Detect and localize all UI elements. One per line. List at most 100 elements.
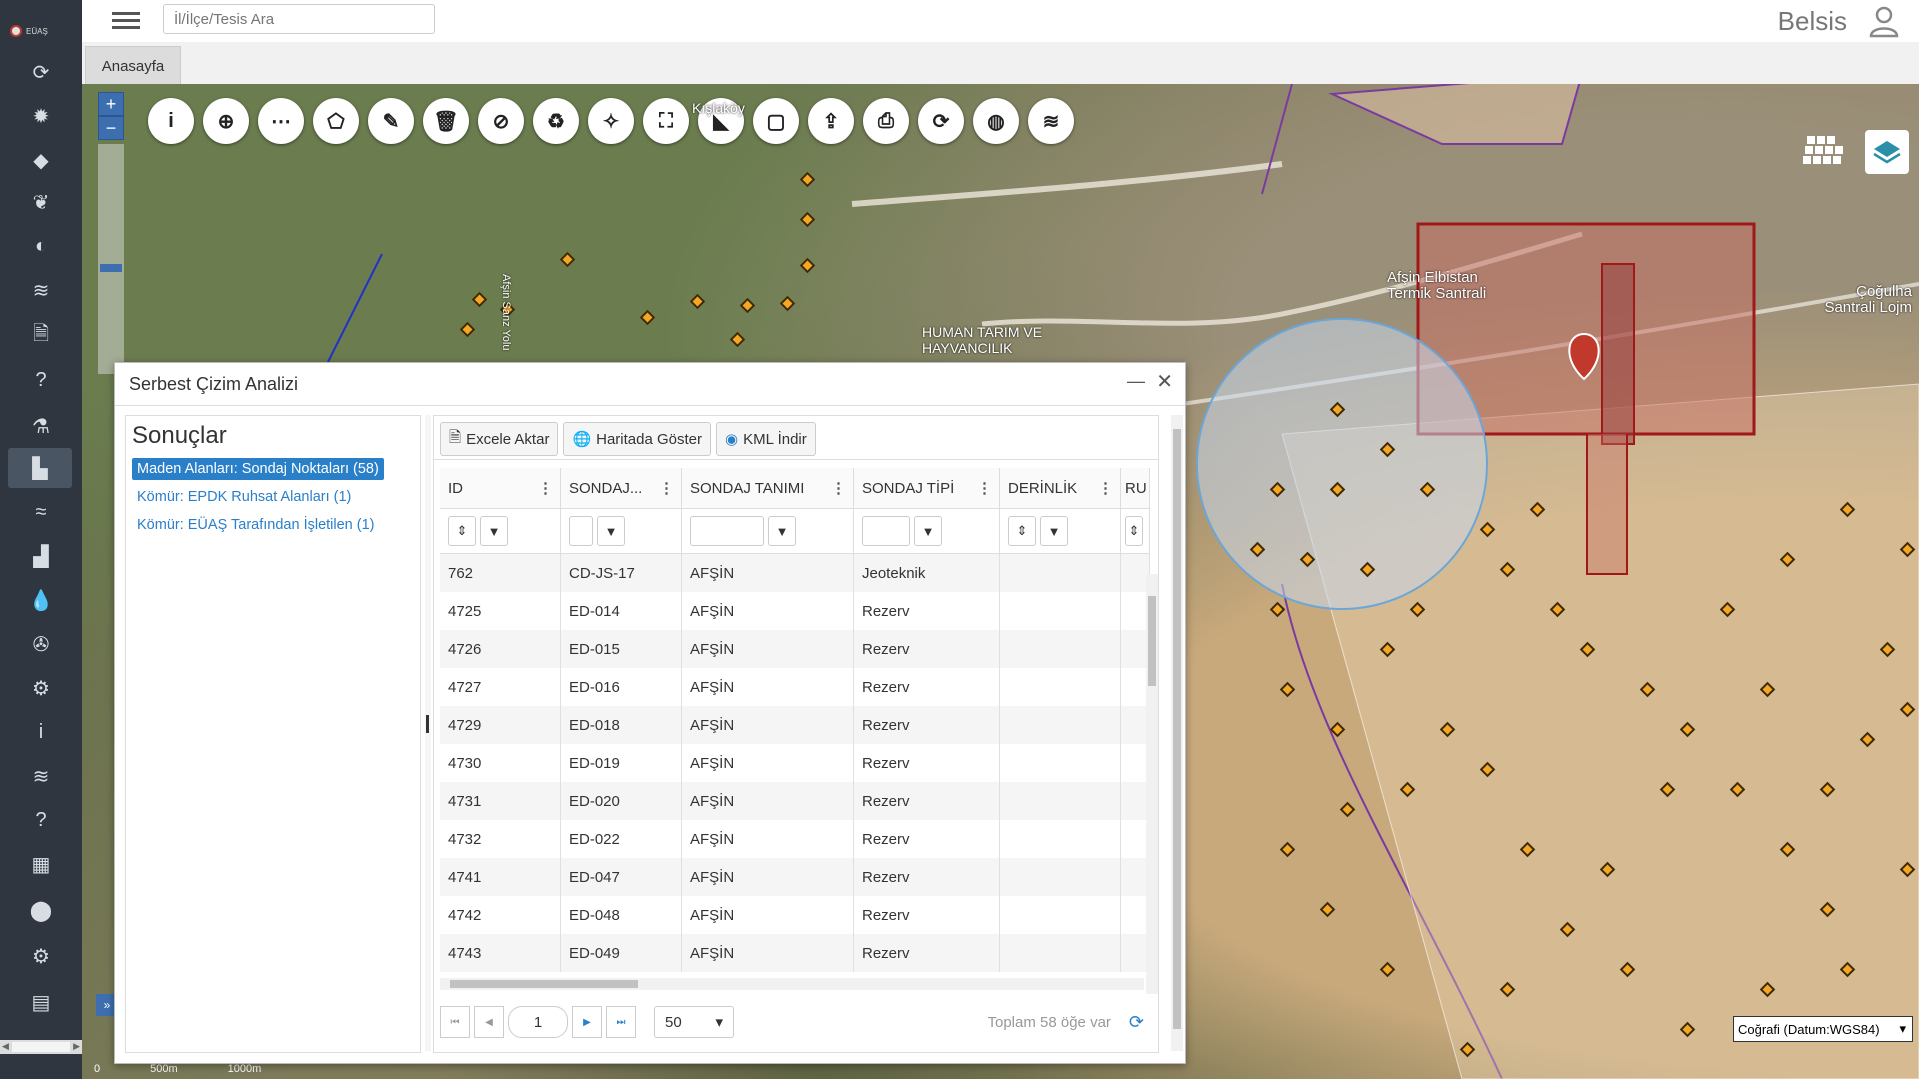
measure-line-tool-icon[interactable]: ⋯: [258, 98, 304, 144]
table-row[interactable]: 4729 ED-018 AFŞİN Rezerv: [440, 706, 1150, 744]
table-row[interactable]: 4730 ED-019 AFŞİN Rezerv: [440, 744, 1150, 782]
download-kml-button[interactable]: ◉ KML İndir: [716, 422, 816, 456]
fullscreen-tool-icon[interactable]: ⛶: [643, 98, 689, 144]
factory-icon[interactable]: ▟: [0, 536, 82, 576]
page-number-input[interactable]: 1: [508, 1006, 568, 1038]
export-excel-button[interactable]: 🗎 Excele Aktar: [440, 422, 559, 456]
column-header-ru[interactable]: RU: [1121, 468, 1150, 508]
filter-icon[interactable]: ▼: [1040, 516, 1068, 546]
layers-tool-icon[interactable]: ≋: [1028, 98, 1074, 144]
scroll-left-icon[interactable]: ◀: [2, 1041, 9, 1052]
gem-icon[interactable]: ◆: [0, 140, 82, 180]
settings-icon[interactable]: ⚙: [0, 936, 82, 976]
search-input[interactable]: [163, 4, 435, 34]
filter-icon[interactable]: ▼: [768, 516, 796, 546]
info-icon[interactable]: i: [0, 712, 82, 752]
column-menu-icon[interactable]: ⋮: [659, 479, 674, 497]
zoom-slider-knob[interactable]: [100, 264, 122, 272]
table-row[interactable]: 4741 ED-047 AFŞİN Rezerv: [440, 858, 1150, 896]
building-icon[interactable]: ▦: [0, 844, 82, 884]
panel-splitter[interactable]: [425, 415, 431, 1051]
column-menu-icon[interactable]: ⋮: [831, 479, 846, 497]
sidebar-scroll-thumb[interactable]: [12, 1042, 70, 1052]
dialog-vscroll-thumb[interactable]: [1173, 429, 1181, 1029]
grid-vertical-scrollbar[interactable]: [1146, 574, 1158, 994]
refresh-tool-icon[interactable]: ⟳: [918, 98, 964, 144]
selection-box-tool-icon[interactable]: ▢: [753, 98, 799, 144]
print-tool-icon[interactable]: ⎙: [863, 98, 909, 144]
user-icon[interactable]: [1867, 4, 1901, 38]
table-row[interactable]: 4731 ED-020 AFŞİN Rezerv: [440, 782, 1150, 820]
column-menu-icon[interactable]: ⋮: [538, 479, 553, 497]
minimize-icon[interactable]: —: [1127, 371, 1145, 392]
column-header-tip[interactable]: SONDAJ TİPİ ⋮: [854, 468, 1000, 508]
splitter-handle[interactable]: [426, 715, 429, 733]
column-header-tanim[interactable]: SONDAJ TANIMI ⋮: [682, 468, 854, 508]
tile-grid-icon[interactable]: [1801, 134, 1845, 174]
archive-icon[interactable]: ▤: [0, 982, 82, 1022]
chart-area-icon[interactable]: ▙: [8, 448, 72, 488]
dialog-vertical-scrollbar[interactable]: [1171, 415, 1183, 1051]
add-tool-icon[interactable]: ⊕: [203, 98, 249, 144]
edit-tool-icon[interactable]: ✎: [368, 98, 414, 144]
sort-arrows-icon[interactable]: ⇕: [1125, 516, 1143, 546]
result-item-euas[interactable]: Kömür: EÜAŞ Tarafından İşletilen (1): [132, 514, 379, 536]
delete-tool-icon[interactable]: 🗑: [423, 98, 469, 144]
scroll-right-icon[interactable]: ▶: [73, 1041, 80, 1052]
column-header-id[interactable]: ID ⋮: [440, 468, 561, 508]
waves-icon[interactable]: ≈: [0, 492, 82, 532]
info-tool-icon[interactable]: i: [148, 98, 194, 144]
table-row[interactable]: 4732 ED-022 AFŞİN Rezerv: [440, 820, 1150, 858]
wind-icon[interactable]: ≋: [0, 270, 82, 310]
filter-icon[interactable]: ▼: [480, 516, 508, 546]
filter-input[interactable]: [690, 516, 764, 546]
sort-arrows-icon[interactable]: ⇕: [448, 516, 476, 546]
cogs-icon[interactable]: ⚙: [0, 668, 82, 708]
zoom-out-button[interactable]: −: [98, 116, 124, 140]
column-header-derinlik[interactable]: DERİNLİK ⋮: [1000, 468, 1121, 508]
column-header-sondaj[interactable]: SONDAJ... ⋮: [561, 468, 682, 508]
document-icon[interactable]: 🗎: [0, 316, 82, 356]
sidebar-scrollbar[interactable]: ◀ ▶: [0, 1040, 82, 1054]
column-menu-icon[interactable]: ⋮: [1098, 479, 1113, 497]
pin-icon[interactable]: ⬤: [0, 890, 82, 930]
grid-horizontal-scrollbar[interactable]: [440, 978, 1144, 990]
first-page-icon[interactable]: ⏮: [440, 1006, 470, 1038]
column-menu-icon[interactable]: ⋮: [977, 479, 992, 497]
sun-icon[interactable]: ✹: [0, 96, 82, 136]
drop-icon[interactable]: 💧: [0, 580, 82, 620]
page-size-select[interactable]: 50 ▾: [654, 1006, 734, 1038]
hamburger-menu-icon[interactable]: [112, 8, 140, 32]
upload-tool-icon[interactable]: ⇪: [808, 98, 854, 144]
table-row[interactable]: 4725 ED-014 AFŞİN Rezerv: [440, 592, 1150, 630]
fill-icon[interactable]: ◐: [0, 226, 82, 266]
filter-input[interactable]: [569, 516, 593, 546]
table-row[interactable]: 4743 ED-049 AFŞİN Rezerv: [440, 934, 1150, 972]
draw-polygon-tool-icon[interactable]: ⬠: [313, 98, 359, 144]
result-item-sondaj[interactable]: Maden Alanları: Sondaj Noktaları (58): [132, 458, 384, 480]
show-on-map-button[interactable]: 🌐 Haritada Göster: [563, 422, 712, 456]
eraser-tool-icon[interactable]: ⊘: [478, 98, 524, 144]
recycle-tool-icon[interactable]: ♻: [533, 98, 579, 144]
table-row[interactable]: 4726 ED-015 AFŞİN Rezerv: [440, 630, 1150, 668]
result-item-epdk[interactable]: Kömür: EPDK Ruhsat Alanları (1): [132, 486, 356, 508]
help2-icon[interactable]: ?: [0, 800, 82, 840]
filter-icon[interactable]: ▼: [597, 516, 625, 546]
table-row[interactable]: 762 CD-JS-17 AFŞİN Jeoteknik: [440, 554, 1150, 592]
prev-page-icon[interactable]: ◀: [474, 1006, 504, 1038]
layer-switcher-button[interactable]: [1865, 130, 1909, 174]
zoom-slider[interactable]: [98, 144, 124, 374]
wind-turbine-icon[interactable]: ✇: [0, 624, 82, 664]
sort-arrows-icon[interactable]: ⇕: [1008, 516, 1036, 546]
zoom-in-button[interactable]: +: [98, 92, 124, 116]
close-icon[interactable]: ✕: [1156, 369, 1173, 394]
grid-vscroll-thumb[interactable]: [1148, 596, 1156, 686]
flask-icon[interactable]: ⚗: [0, 406, 82, 446]
filter-icon[interactable]: ▼: [914, 516, 942, 546]
grid-hscroll-thumb[interactable]: [450, 980, 638, 988]
next-page-icon[interactable]: ▶: [572, 1006, 602, 1038]
table-row[interactable]: 4727 ED-016 AFŞİN Rezerv: [440, 668, 1150, 706]
table-row[interactable]: 4742 ED-048 AFŞİN Rezerv: [440, 896, 1150, 934]
tab-anasayfa[interactable]: Anasayfa: [85, 46, 181, 85]
filter-input[interactable]: [862, 516, 910, 546]
